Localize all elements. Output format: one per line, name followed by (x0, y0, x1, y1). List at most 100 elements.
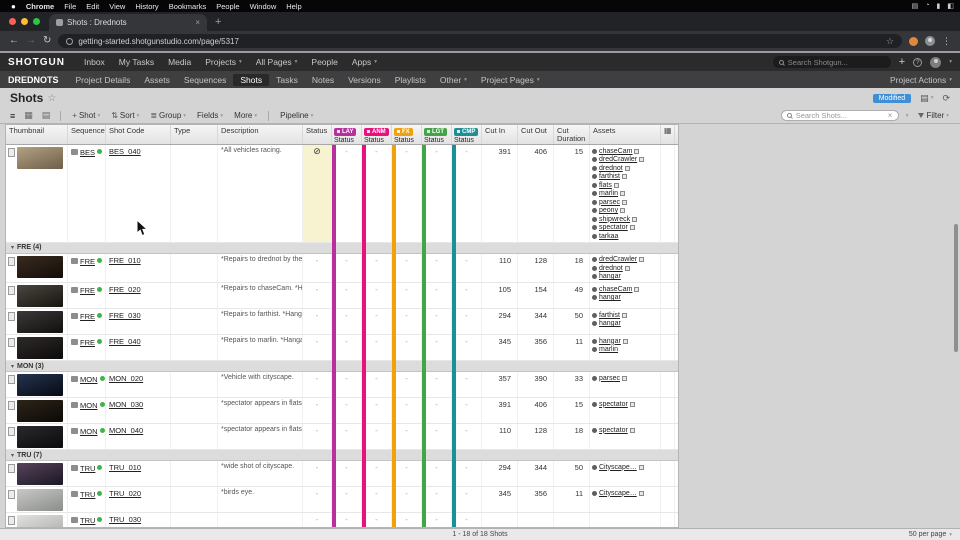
tab-project-details[interactable]: Project Details (69, 74, 138, 86)
close-tab-icon[interactable]: × (195, 18, 200, 27)
asset-link-item[interactable]: spectator (592, 224, 658, 233)
cut-duration-cell[interactable]: 49 (554, 283, 590, 308)
cut-in-cell[interactable]: 345 (482, 335, 518, 360)
status-cell[interactable]: - (303, 372, 332, 397)
pipeline-status-cell[interactable]: - (422, 335, 452, 360)
sequence-link[interactable]: TRU (80, 464, 95, 473)
asset-link[interactable]: farthist (599, 173, 620, 180)
sequence-link[interactable]: FRE (80, 257, 95, 266)
shot-code-link[interactable]: TRU_020 (109, 489, 141, 498)
cut-out-cell[interactable] (518, 513, 554, 527)
pipeline-status-cell[interactable]: - (452, 398, 482, 423)
type-cell[interactable] (171, 253, 218, 282)
sort-button[interactable]: ⇅ Sort ▾ (108, 111, 142, 120)
tab-tasks[interactable]: Tasks (269, 74, 305, 86)
create-new-button[interactable]: + (899, 56, 905, 68)
asset-link-item[interactable]: peony (592, 207, 658, 216)
vertical-scrollbar[interactable] (954, 224, 958, 352)
col-header-thumbnail[interactable]: Thumbnail (6, 125, 68, 144)
table-row[interactable]: FRE FRE_030 *Repairs to farthist. *Hangar.… (6, 309, 678, 335)
pipeline-status-cell[interactable]: - (332, 461, 362, 486)
thumbnail-view-icon[interactable]: ▦ (22, 110, 35, 121)
cut-out-cell[interactable]: 344 (518, 309, 554, 334)
clear-search-icon[interactable]: × (888, 111, 893, 120)
battery-icon[interactable]: ▮ (937, 2, 941, 10)
sequence-cell[interactable]: FRE (68, 253, 106, 282)
type-cell[interactable] (171, 513, 218, 527)
col-header-lgt[interactable]: LGT Status (422, 125, 452, 144)
pipeline-status-cell[interactable]: - (332, 283, 362, 308)
cut-out-cell[interactable]: 344 (518, 461, 554, 486)
shot-code-cell[interactable]: TRU_030 (106, 513, 171, 527)
type-cell[interactable] (171, 283, 218, 308)
menubar-item-window[interactable]: Window (245, 2, 282, 11)
description-cell[interactable]: *spectator appears in flats.... (218, 424, 303, 449)
shot-thumbnail[interactable] (17, 285, 63, 307)
tab-sequences[interactable]: Sequences (177, 74, 234, 86)
browser-tab[interactable]: Shots : Drednots × (49, 14, 207, 31)
shot-code-link[interactable]: FRE_020 (109, 285, 141, 294)
sequence-cell[interactable]: FRE (68, 309, 106, 334)
pipeline-status-cell[interactable]: - (362, 424, 392, 449)
wifi-icon[interactable]: ◔ (925, 2, 929, 10)
cut-in-cell[interactable]: 294 (482, 309, 518, 334)
tab-notes[interactable]: Notes (305, 74, 341, 86)
status-cell[interactable]: - (303, 461, 332, 486)
col-header-cut-in[interactable]: Cut In (482, 125, 518, 144)
description-cell[interactable]: *Vehicle with cityscape. (218, 372, 303, 397)
col-header-settings[interactable]: ▦ (661, 125, 675, 144)
type-cell[interactable] (171, 487, 218, 512)
asset-link-item[interactable]: hangar (592, 294, 658, 303)
asset-link[interactable]: hangar (599, 294, 621, 301)
pipeline-status-cell[interactable]: - (392, 513, 422, 527)
cut-in-cell[interactable]: 357 (482, 372, 518, 397)
description-cell[interactable]: *All vehicles racing. (218, 145, 303, 242)
asset-link-item[interactable]: Cityscape… (592, 489, 658, 498)
asset-link-item[interactable]: drednot (592, 164, 658, 173)
favorite-star-icon[interactable]: ☆ (47, 93, 56, 104)
display-icon[interactable]: ▤ (912, 2, 919, 10)
pipeline-status-cell[interactable]: - (422, 283, 452, 308)
shot-code-link[interactable]: BES_040 (109, 147, 141, 156)
shot-code-cell[interactable]: FRE_010 (106, 253, 171, 282)
pipeline-status-cell[interactable]: - (452, 145, 482, 242)
asset-link-item[interactable]: marlin (592, 346, 658, 355)
list-view-icon[interactable]: ≡ (8, 111, 17, 121)
url-bar[interactable]: getting-started.shotgunstudio.com/page/5… (58, 34, 902, 48)
pipeline-status-cell[interactable]: - (362, 461, 392, 486)
asset-link[interactable]: marlin (599, 190, 618, 197)
description-cell[interactable]: *wide shot of cityscape. (218, 461, 303, 486)
pipeline-status-cell[interactable]: - (452, 372, 482, 397)
col-header-status[interactable]: Status (303, 125, 332, 144)
pipeline-status-cell[interactable]: - (332, 513, 362, 527)
close-window-button[interactable] (9, 18, 16, 25)
cut-out-cell[interactable]: 128 (518, 253, 554, 282)
asset-link-item[interactable]: hangar (592, 337, 658, 346)
asset-link[interactable]: spectator (599, 224, 628, 231)
asset-link-item[interactable]: drednot (592, 264, 658, 273)
status-cell[interactable]: - (303, 309, 332, 334)
asset-link-item[interactable]: hangar (592, 273, 658, 282)
table-row[interactable]: MON MON_030 *spectator appears in flats. - -… (6, 398, 678, 424)
pipeline-status-cell[interactable]: - (452, 461, 482, 486)
appnav-item-people[interactable]: People (304, 57, 344, 67)
table-row[interactable]: TRU TRU_010 *wide shot of cityscape. - - - - - -… (6, 461, 678, 487)
asset-link[interactable]: tarkaa (599, 233, 618, 240)
status-cell[interactable]: - (303, 398, 332, 423)
sequence-cell[interactable]: TRU (68, 461, 106, 486)
asset-link[interactable]: dredCrawler (599, 256, 637, 263)
tab-other[interactable]: Other ▾ (433, 74, 474, 86)
col-header-shot-code[interactable]: Shot Code (106, 125, 171, 144)
pipeline-status-cell[interactable]: - (362, 398, 392, 423)
pipeline-button[interactable]: Pipeline ▾ (277, 111, 316, 120)
cut-out-cell[interactable]: 356 (518, 335, 554, 360)
new-tab-button[interactable]: + (207, 16, 229, 28)
col-header-anm[interactable]: ANM Status (362, 125, 392, 144)
asset-link[interactable]: farthist (599, 312, 620, 319)
asset-link-item[interactable]: parsec (592, 374, 658, 383)
col-header-type[interactable]: Type (171, 125, 218, 144)
pipeline-status-cell[interactable]: - (362, 253, 392, 282)
cut-in-cell[interactable]: 105 (482, 283, 518, 308)
asset-link-item[interactable]: marlin (592, 190, 658, 199)
status-cell[interactable]: - (303, 513, 332, 527)
